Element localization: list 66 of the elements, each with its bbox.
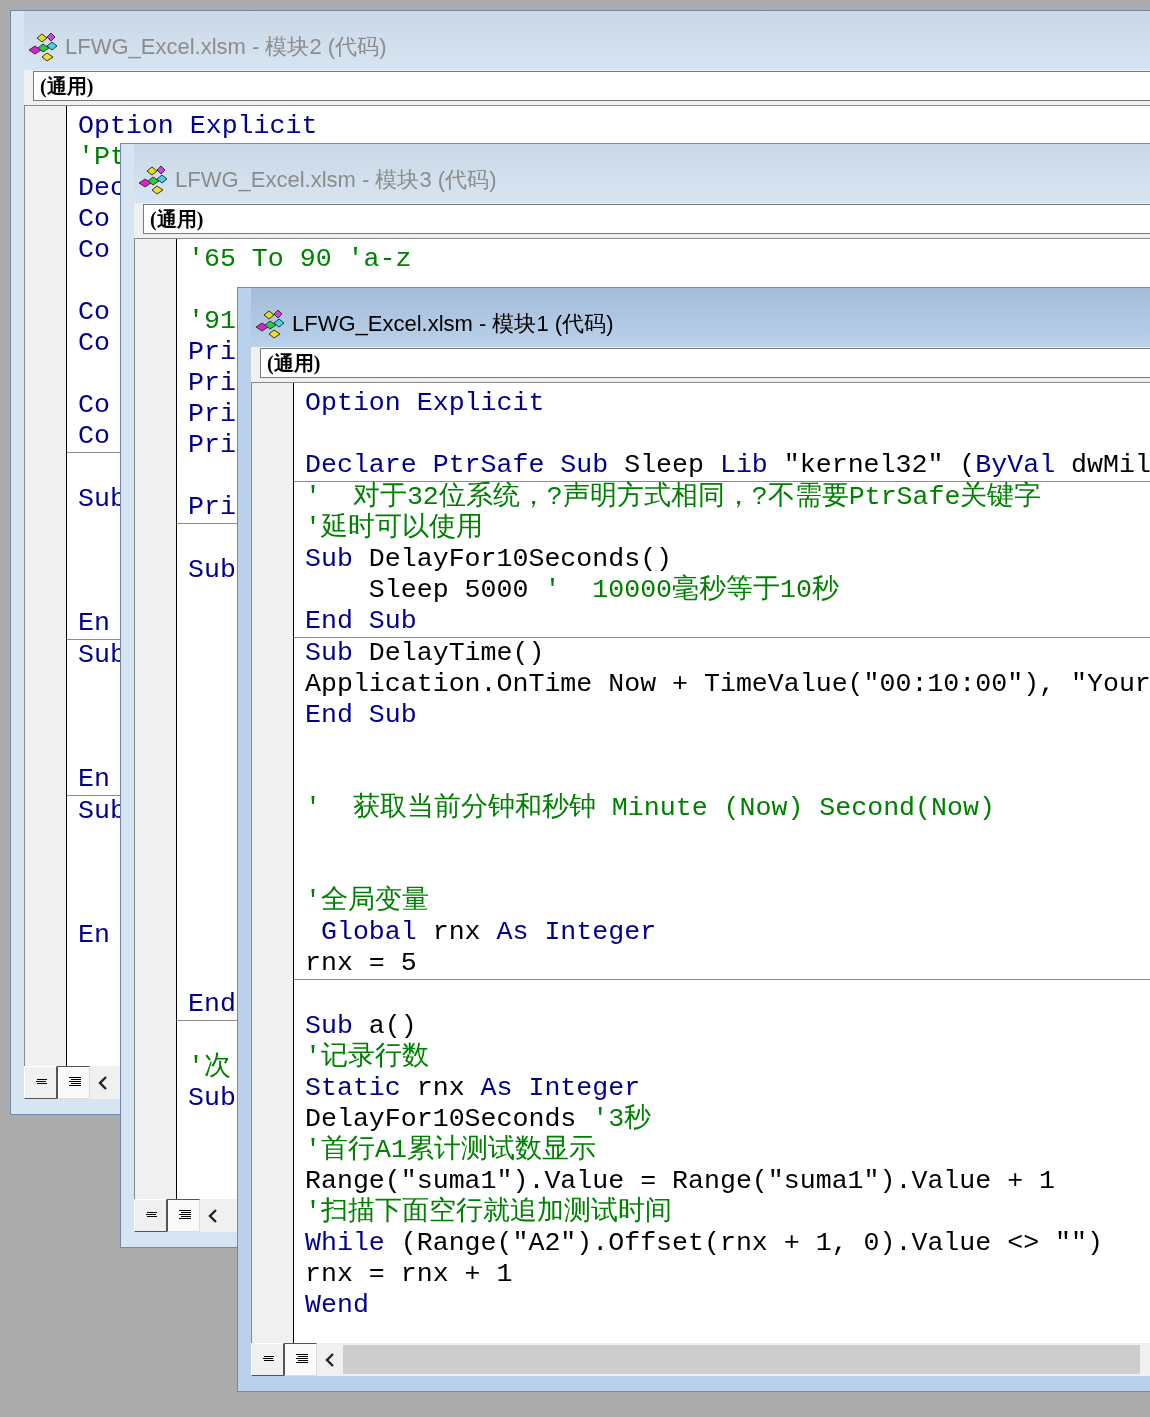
code-line: '首行A1累计测试数显示	[305, 1135, 596, 1166]
code-line: '扫描下面空行就追加测试时间	[305, 1197, 672, 1228]
window-title: LFWG_Excel.xlsm - 模块3 (代码)	[175, 165, 497, 194]
procedure-view-button[interactable]	[134, 1199, 167, 1232]
code-line: Pri	[188, 492, 236, 523]
lines-icon	[66, 1077, 81, 1088]
window-title: LFWG_Excel.xlsm - 模块2 (代码)	[65, 32, 387, 61]
code-line: Co	[78, 297, 110, 328]
code-line: End Sub	[305, 700, 417, 731]
code-line: En	[78, 764, 110, 795]
procedure-view-button[interactable]	[24, 1066, 57, 1099]
code-line: '记录行数	[305, 1042, 429, 1073]
code-line: Pri	[188, 368, 236, 399]
chevron-left-icon	[98, 1075, 108, 1090]
code-line: rnx = rnx + 1	[305, 1259, 513, 1290]
code-line: Sleep 5000 ' 10000毫秒等于10秒	[367, 575, 839, 606]
code-line: Co	[78, 390, 110, 421]
code-line: Static rnx As Integer	[305, 1073, 641, 1104]
code-line: rnx = 5	[305, 948, 417, 979]
code-line: While (Range("A2").Offset(rnx + 1, 0).Value <> "")	[305, 1228, 1103, 1259]
code-line: Pri	[188, 430, 236, 461]
procedure-dropdown[interactable]: (通用)	[260, 348, 1150, 378]
lines-icon	[293, 1354, 308, 1365]
procedure-dropdown[interactable]: (通用)	[33, 71, 1150, 101]
code-line: Sub DelayFor10Seconds()	[305, 544, 673, 575]
lines-icon	[33, 1079, 48, 1086]
code-line: Co	[78, 204, 110, 235]
code-line: '65 To 90 'a-z	[188, 244, 412, 275]
procedure-view-button[interactable]	[251, 1343, 284, 1376]
code-line: End Sub	[305, 606, 417, 637]
code-line: Co	[78, 235, 110, 266]
code-line: Sub a()	[305, 1011, 417, 1042]
code-line: En	[78, 920, 110, 951]
code-line: Option Explicit	[78, 111, 318, 142]
full-module-view-button[interactable]	[167, 1199, 200, 1232]
lines-icon	[143, 1212, 158, 1219]
full-module-view-button[interactable]	[284, 1343, 317, 1376]
lines-icon	[176, 1210, 191, 1221]
code-line: Wend	[305, 1290, 369, 1321]
code-line: '91	[188, 306, 236, 337]
code-line: DelayFor10Seconds '3秒	[305, 1104, 652, 1134]
code-line: ' 获取当前分钟和秒钟 Minute (Now) Second(Now)	[305, 793, 995, 824]
code-line: Sub	[188, 555, 236, 586]
code-line: Co	[78, 421, 110, 452]
code-line: '延时可以使用	[305, 513, 483, 544]
code-line: Co	[78, 328, 110, 359]
code-line: Global rnx As Integer	[319, 917, 657, 948]
code-line: Option Explicit	[305, 388, 545, 419]
code-line: Sub DelayTime()	[305, 638, 545, 669]
code-line: Application.OnTime Now + TimeValue("00:10:00"), "Your	[305, 669, 1150, 700]
code-line: Pri	[188, 399, 236, 430]
full-module-view-button[interactable]	[57, 1066, 90, 1099]
code-line: ' 对于32位系统，?声明方式相同，?不需要PtrSafe关键字	[305, 482, 1042, 513]
code-line: En	[78, 608, 110, 639]
window-title: LFWG_Excel.xlsm - 模块1 (代码)	[292, 309, 614, 338]
code-line: Sub	[188, 1083, 236, 1114]
procedure-dropdown[interactable]: (通用)	[143, 204, 1150, 234]
code-line: Declare PtrSafe Sub Sleep Lib "kernel32" (ByVal dwMil	[305, 450, 1150, 481]
code-line: '全局变量	[305, 886, 429, 917]
code-line: Pri	[188, 337, 236, 368]
chevron-left-icon	[325, 1352, 335, 1367]
chevron-left-icon	[208, 1208, 218, 1223]
code-line: End	[188, 989, 236, 1020]
lines-icon	[260, 1356, 275, 1363]
code-line: '次	[188, 1052, 231, 1083]
code-line: Range("suma1").Value = Range("suma1").Value + 1	[305, 1166, 1056, 1196]
